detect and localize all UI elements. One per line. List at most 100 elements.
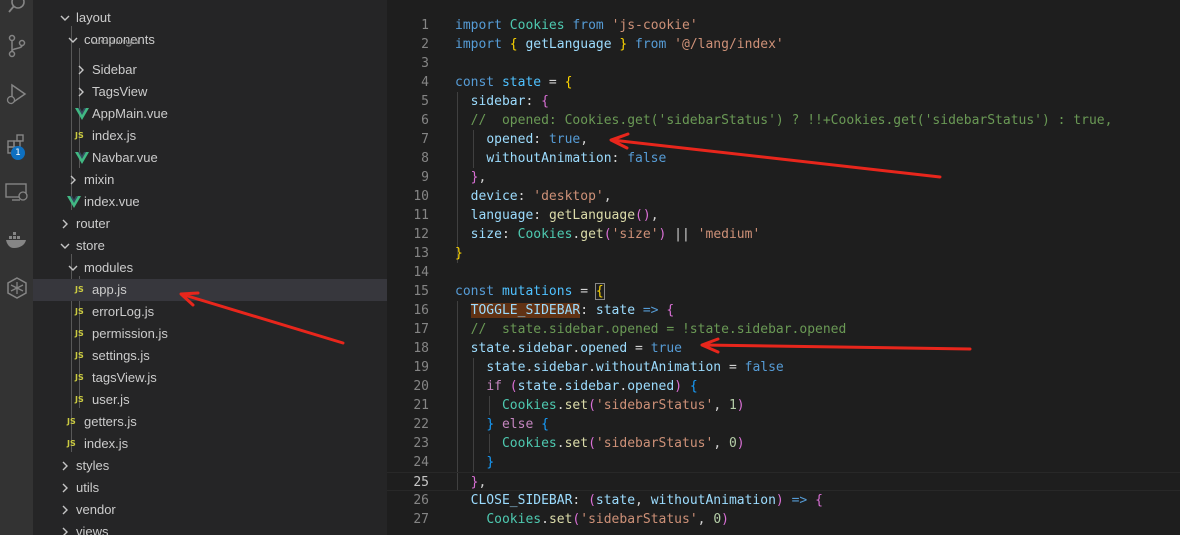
code-line[interactable]: 16 TOGGLE_SIDEBAR: state => { xyxy=(387,301,1180,320)
code-line[interactable]: 14 xyxy=(387,263,1180,282)
code-text: opened: true, xyxy=(486,132,589,147)
folder-views[interactable]: views xyxy=(33,521,387,535)
tree-label: index.js xyxy=(84,436,129,451)
line-number: 22 xyxy=(413,417,429,432)
source-control-icon[interactable] xyxy=(0,26,33,66)
tree-label: mixin xyxy=(84,172,115,187)
code-text: } xyxy=(486,455,495,470)
line-number: 27 xyxy=(413,512,429,527)
tree-label: vendor xyxy=(76,502,116,517)
line-number: 1 xyxy=(421,18,429,33)
code-line[interactable]: 24 } xyxy=(387,453,1180,472)
line-number: 8 xyxy=(421,151,429,166)
folder-router[interactable]: router xyxy=(33,213,387,235)
run-debug-icon[interactable] xyxy=(0,74,33,114)
line-number: 23 xyxy=(413,436,429,451)
code-line[interactable]: 11 language: getLanguage(), xyxy=(387,206,1180,225)
code-line[interactable]: 26 CLOSE_SIDEBAR: (state, withoutAnimati… xyxy=(387,491,1180,510)
file-navbar-vue[interactable]: Navbar.vue xyxy=(33,147,387,169)
remote-explorer-icon[interactable] xyxy=(0,172,33,212)
code-line[interactable]: 7 opened: true, xyxy=(387,130,1180,149)
code-line[interactable]: 22 } else { xyxy=(387,415,1180,434)
code-line[interactable]: 27 Cookies.set('sidebarStatus', 0) xyxy=(387,510,1180,529)
code-line[interactable]: 10 device: 'desktop', xyxy=(387,187,1180,206)
code-line[interactable]: 18 state.sidebar.opened = true xyxy=(387,339,1180,358)
code-line[interactable]: 3 xyxy=(387,54,1180,73)
code-line[interactable]: 25 }, xyxy=(387,472,1180,491)
code-text: // state.sidebar.opened = !state.sidebar… xyxy=(470,322,847,337)
code-line[interactable]: 13} xyxy=(387,244,1180,263)
folder-settings[interactable]: Settings xyxy=(33,40,387,52)
line-number: 12 xyxy=(413,227,429,242)
extensions-badge: 1 xyxy=(11,146,25,160)
code-text: }, xyxy=(470,475,487,490)
folder-vendor[interactable]: vendor xyxy=(33,499,387,521)
line-number: 19 xyxy=(413,360,429,375)
line-number: 24 xyxy=(413,455,429,470)
kubernetes-icon[interactable] xyxy=(0,268,33,308)
code-line[interactable]: 21 Cookies.set('sidebarStatus', 1) xyxy=(387,396,1180,415)
docker-icon[interactable] xyxy=(0,220,33,260)
code-line[interactable]: 5 sidebar: { xyxy=(387,92,1180,111)
folder-layout[interactable]: layout xyxy=(33,7,387,29)
js-file-icon: JS xyxy=(75,307,84,316)
code-line[interactable]: 2 import { getLanguage } from '@/lang/ind… xyxy=(387,35,1180,54)
tree-label: layout xyxy=(76,10,111,25)
js-file-icon: JS xyxy=(67,417,76,426)
code-line[interactable]: 12 size: Cookies.get('size') || 'medium' xyxy=(387,225,1180,244)
file-app-js[interactable]: JS app.js xyxy=(33,279,387,301)
line-number: 21 xyxy=(413,398,429,413)
tree-label: app.js xyxy=(92,282,127,297)
folder-sidebar[interactable]: Sidebar xyxy=(33,59,387,81)
code-editor[interactable]: 1 import Cookies from 'js-cookie' 2 import … xyxy=(387,0,1180,535)
vue-file-icon xyxy=(67,196,81,208)
code-line[interactable]: 9 }, xyxy=(387,168,1180,187)
folder-mixin[interactable]: mixin xyxy=(33,169,387,191)
tree-label: Settings xyxy=(92,40,139,51)
search-icon[interactable] xyxy=(0,0,33,24)
folder-styles[interactable]: styles xyxy=(33,455,387,477)
file-store-index-js[interactable]: JS index.js xyxy=(33,433,387,455)
code-line[interactable]: 8 withoutAnimation: false xyxy=(387,149,1180,168)
file-index-js[interactable]: JS index.js xyxy=(33,125,387,147)
file-settings-js[interactable]: JS settings.js xyxy=(33,345,387,367)
code-text: language: getLanguage(), xyxy=(470,208,659,223)
folder-tagsview[interactable]: TagsView xyxy=(33,81,387,103)
code-line[interactable]: 23 Cookies.set('sidebarStatus', 0) xyxy=(387,434,1180,453)
file-errorlog-js[interactable]: JS errorLog.js xyxy=(33,301,387,323)
file-appmain-vue[interactable]: AppMain.vue xyxy=(33,103,387,125)
code-line[interactable]: 17 // state.sidebar.opened = !state.side… xyxy=(387,320,1180,339)
line-number: 6 xyxy=(421,113,429,128)
line-number: 14 xyxy=(413,265,429,280)
tree-label: errorLog.js xyxy=(92,304,155,319)
tree-label: modules xyxy=(84,260,134,275)
line-number: 5 xyxy=(421,94,429,109)
js-file-icon: JS xyxy=(75,131,84,140)
code-text: } else { xyxy=(486,417,549,432)
folder-modules[interactable]: modules xyxy=(33,257,387,279)
code-line[interactable]: 19 state.sidebar.withoutAnimation = fals… xyxy=(387,358,1180,377)
tree-label: tagsView.js xyxy=(92,370,157,385)
code-text: } xyxy=(455,246,463,261)
code-line[interactable]: 20 if (state.sidebar.opened) { xyxy=(387,377,1180,396)
code-text: // opened: Cookies.get('sidebarStatus') … xyxy=(470,113,1113,128)
code-line[interactable]: 4 const state = { xyxy=(387,73,1180,92)
file-permission-js[interactable]: JS permission.js xyxy=(33,323,387,345)
tree-label: user.js xyxy=(92,392,130,407)
code-text: Cookies.set('sidebarStatus', 0) xyxy=(501,436,745,451)
line-number: 7 xyxy=(421,132,429,147)
code-line[interactable]: 15 const mutations = { xyxy=(387,282,1180,301)
line-number: 11 xyxy=(413,208,429,223)
file-index-vue[interactable]: index.vue xyxy=(33,191,387,213)
line-number: 20 xyxy=(413,379,429,394)
code-text: const state = { xyxy=(455,75,573,90)
code-line[interactable]: 6 // opened: Cookies.get('sidebarStatus'… xyxy=(387,111,1180,130)
tree-label: TagsView xyxy=(92,84,148,99)
code-line[interactable]: 1 import Cookies from 'js-cookie' xyxy=(387,16,1180,35)
file-user-js[interactable]: JS user.js xyxy=(33,389,387,411)
file-tagsview-js[interactable]: JS tagsView.js xyxy=(33,367,387,389)
code-text: device: 'desktop', xyxy=(470,189,612,204)
folder-utils[interactable]: utils xyxy=(33,477,387,499)
folder-store[interactable]: store xyxy=(33,235,387,257)
file-getters-js[interactable]: JS getters.js xyxy=(33,411,387,433)
